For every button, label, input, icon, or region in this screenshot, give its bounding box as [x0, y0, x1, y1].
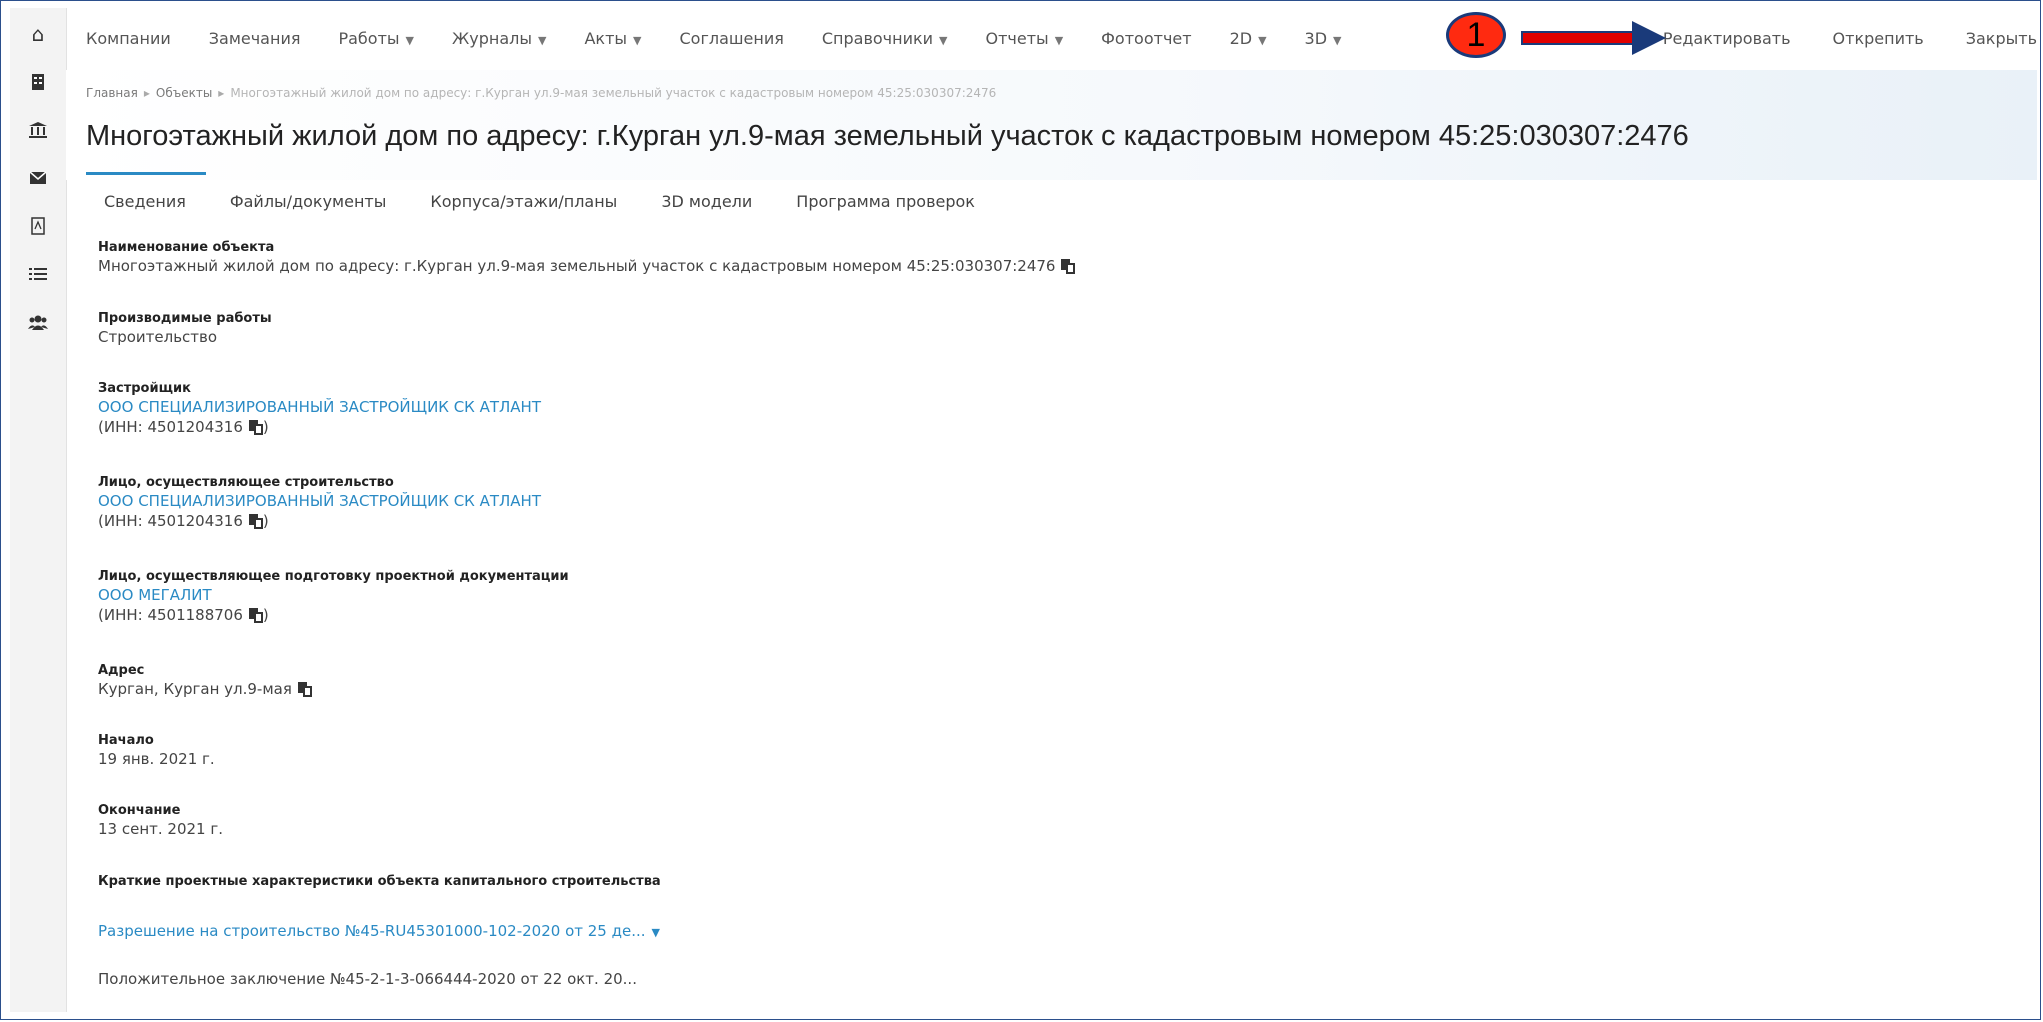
active-tab-indicator [86, 172, 206, 175]
tab-3d-models[interactable]: 3D модели [661, 192, 752, 211]
field-value: Курган, Курган ул.9-мая [98, 680, 292, 698]
nav-acts[interactable]: Акты ▼ [584, 29, 641, 48]
inn-value: (ИНН: 4501204316 [98, 512, 243, 530]
envelope-icon[interactable] [10, 160, 66, 196]
field-label: Лицо, осуществляющее подготовку проектно… [98, 569, 569, 584]
close-button[interactable]: Закрыть [1966, 29, 2037, 48]
chevron-down-icon: ▼ [633, 33, 642, 47]
bank-icon[interactable] [10, 112, 66, 148]
field-end-date: Окончание 13 сент. 2021 г. [98, 803, 223, 838]
tab-bar: Сведения Файлы/документы Корпуса/этажи/п… [86, 192, 1019, 211]
list-icon[interactable] [10, 256, 66, 292]
field-value: Строительство [98, 328, 218, 346]
nav-reports[interactable]: Отчеты ▼ [986, 29, 1064, 48]
page-title: Многоэтажный жилой дом по адресу: г.Кург… [86, 120, 1689, 152]
field-label: Окончание [98, 803, 181, 818]
left-sidebar: ⌂ [10, 8, 67, 1012]
annotation-arrow-icon [1521, 21, 1666, 55]
chevron-down-icon: ▼ [939, 33, 948, 47]
field-designer: Лицо, осуществляющее подготовку проектно… [98, 569, 569, 624]
chevron-down-icon: ▼ [1333, 33, 1342, 47]
permit-dropdown[interactable]: Разрешение на строительство №45-RU453010… [98, 920, 660, 940]
users-icon[interactable] [10, 304, 66, 340]
copy-icon[interactable] [1061, 259, 1076, 274]
copy-icon[interactable] [248, 514, 263, 529]
field-object-name: Наименование объекта Многоэтажный жилой … [98, 240, 1076, 275]
field-value: 13 сент. 2021 г. [98, 820, 224, 838]
field-label: Наименование объекта [98, 240, 275, 255]
copy-icon[interactable] [248, 420, 263, 435]
field-developer: Застройщик ООО СПЕЦИАЛИЗИРОВАННЫЙ ЗАСТРО… [98, 381, 541, 436]
field-value: 19 янв. 2021 г. [98, 750, 215, 768]
permit-link[interactable]: Разрешение на строительство №45-RU453010… [98, 922, 646, 940]
nav-works[interactable]: Работы ▼ [338, 29, 414, 48]
tab-files[interactable]: Файлы/документы [230, 192, 387, 211]
building-icon[interactable] [10, 64, 66, 100]
chevron-down-icon: ▼ [405, 33, 414, 47]
field-value: Многоэтажный жилой дом по адресу: г.Кург… [98, 257, 1056, 275]
field-start-date: Начало 19 янв. 2021 г. [98, 733, 215, 768]
nav-3d[interactable]: 3D ▼ [1305, 29, 1342, 48]
copy-icon[interactable] [248, 608, 263, 623]
field-label: Краткие проектные характеристики объекта… [98, 874, 661, 889]
chevron-down-icon: ▼ [1054, 33, 1064, 47]
pdf-icon[interactable] [10, 208, 66, 244]
edit-button[interactable]: Редактировать [1663, 29, 1791, 48]
field-address: Адрес Курган, Курган ул.9-мая [98, 663, 312, 698]
field-label: Производимые работы [98, 311, 272, 326]
field-label: Адрес [98, 663, 145, 678]
nav-directories[interactable]: Справочники ▼ [822, 29, 948, 48]
nav-agreements[interactable]: Соглашения [679, 29, 783, 48]
breadcrumb-home[interactable]: Главная [86, 86, 138, 100]
tab-inspection-program[interactable]: Программа проверок [796, 192, 975, 211]
breadcrumb-current: Многоэтажный жилой дом по адресу: г.Кург… [230, 86, 997, 100]
chevron-down-icon: ▼ [537, 33, 547, 47]
developer-link[interactable]: ООО СПЕЦИАЛИЗИРОВАННЫЙ ЗАСТРОЙЩИК СК АТЛ… [98, 398, 541, 416]
builder-link[interactable]: ООО СПЕЦИАЛИЗИРОВАННЫЙ ЗАСТРОЙЩИК СК АТЛ… [98, 492, 541, 510]
breadcrumb-objects[interactable]: Объекты [156, 86, 212, 100]
chevron-down-icon: ▼ [1258, 33, 1267, 47]
conclusion-item: Положительное заключение №45-2-1-3-06644… [98, 968, 637, 988]
annotation-marker: 1 [1446, 12, 1506, 58]
nav-2d[interactable]: 2D ▼ [1230, 29, 1267, 48]
inn-value: (ИНН: 4501188706 [98, 606, 243, 624]
designer-link[interactable]: ООО МЕГАЛИТ [98, 586, 569, 604]
field-works: Производимые работы Строительство [98, 311, 272, 346]
nav-companies[interactable]: Компании [86, 29, 171, 48]
field-characteristics: Краткие проектные характеристики объекта… [98, 874, 661, 889]
conclusion-value: Положительное заключение №45-2-1-3-06644… [98, 970, 637, 988]
object-actions: Редактировать Открепить Закрыть [1621, 8, 2037, 68]
field-builder: Лицо, осуществляющее строительство ООО С… [98, 475, 541, 530]
nav-journals[interactable]: Журналы ▼ [452, 29, 546, 48]
field-label: Лицо, осуществляющее строительство [98, 475, 394, 490]
top-navigation: Компании Замечания Работы ▼ Журналы ▼ Акты… [66, 8, 2037, 68]
nav-photo-report[interactable]: Фотоотчет [1101, 29, 1191, 48]
home-icon[interactable]: ⌂ [10, 16, 66, 52]
inn-value: (ИНН: 4501204316 [98, 418, 243, 436]
breadcrumb: Главная ▸ Объекты ▸ Многоэтажный жилой дом п… [86, 86, 997, 100]
tab-buildings[interactable]: Корпуса/этажи/планы [430, 192, 617, 211]
chevron-down-icon: ▼ [651, 926, 660, 939]
tab-info[interactable]: Сведения [104, 192, 186, 211]
nav-remarks[interactable]: Замечания [209, 29, 301, 48]
unpin-button[interactable]: Открепить [1833, 29, 1924, 48]
copy-icon[interactable] [297, 682, 312, 697]
field-label: Застройщик [98, 381, 191, 396]
field-label: Начало [98, 733, 154, 748]
